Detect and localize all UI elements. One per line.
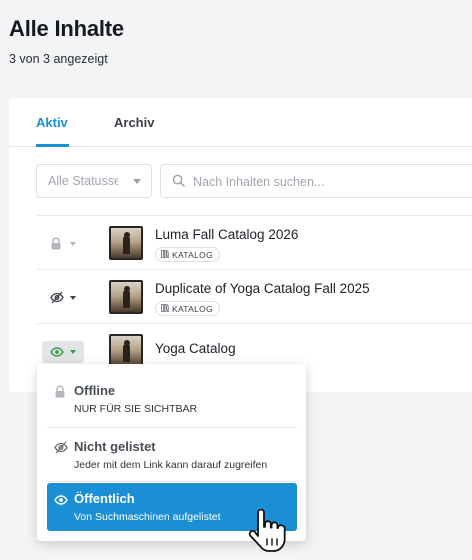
active-tab-indicator (36, 144, 69, 147)
option-title: Nicht gelistet (74, 439, 156, 454)
lock-icon (54, 385, 66, 403)
eye-slash-icon (50, 291, 64, 309)
type-badge: KATALOG (155, 301, 220, 316)
search-box[interactable] (160, 164, 472, 198)
visibility-toggle[interactable] (42, 287, 84, 309)
option-title: Offline (74, 383, 116, 398)
table-row[interactable]: Luma Fall Catalog 2026 KATALOG (36, 215, 472, 269)
menu-divider (47, 427, 297, 428)
eye-icon (54, 493, 68, 511)
type-badge-label: KATALOG (172, 249, 213, 260)
content-card: Aktiv Archiv Alle Statusse Luma Fall Cat… (9, 98, 472, 392)
chevron-down-icon (70, 350, 76, 354)
page-title: Alle Inhalte (9, 16, 124, 41)
chevron-down-icon (133, 179, 141, 184)
eye-slash-icon (54, 441, 68, 459)
lock-icon (50, 237, 62, 255)
option-description: NUR FÜR SIE SICHTBAR (74, 403, 198, 415)
tab-bar: Aktiv Archiv (9, 98, 472, 147)
catalog-thumbnail (109, 226, 143, 260)
book-icon (161, 249, 170, 260)
menu-divider (47, 481, 297, 482)
catalog-thumbnail (109, 334, 143, 368)
type-badge: KATALOG (155, 247, 220, 262)
option-description: Jeder mit dem Link kann darauf zugreifen (74, 459, 268, 471)
type-badge-label: KATALOG (172, 303, 213, 314)
content-title[interactable]: Yoga Catalog (155, 341, 236, 356)
visibility-toggle[interactable] (42, 341, 84, 363)
tab-archiv[interactable]: Archiv (114, 115, 154, 130)
catalog-thumbnail (109, 280, 143, 314)
content-title[interactable]: Luma Fall Catalog 2026 (155, 227, 298, 242)
tab-aktiv[interactable]: Aktiv (36, 115, 68, 130)
book-icon (161, 303, 170, 314)
visibility-toggle[interactable] (42, 233, 84, 255)
eye-icon (50, 345, 64, 363)
table-row[interactable]: Duplicate of Yoga Catalog Fall 2025 KATA… (36, 269, 472, 323)
option-title: Öffentlich (74, 491, 135, 506)
visibility-option-unlisted[interactable]: Nicht gelistet Jeder mit dem Link kann d… (47, 439, 297, 479)
visibility-option-offline[interactable]: Offline NUR FÜR SIE SICHTBAR (47, 383, 297, 423)
chevron-down-icon (70, 296, 76, 300)
option-description: Von Suchmaschinen aufgelistet (74, 511, 221, 523)
content-title[interactable]: Duplicate of Yoga Catalog Fall 2025 (155, 281, 370, 296)
status-filter-placeholder: Alle Statusse (48, 174, 118, 188)
search-input[interactable] (193, 172, 453, 192)
hand-pointer-cursor-icon (247, 508, 287, 560)
results-count: 3 von 3 angezeigt (9, 52, 108, 66)
search-icon (172, 174, 185, 192)
status-filter-select[interactable]: Alle Statusse (36, 164, 152, 198)
chevron-down-icon (70, 242, 76, 246)
